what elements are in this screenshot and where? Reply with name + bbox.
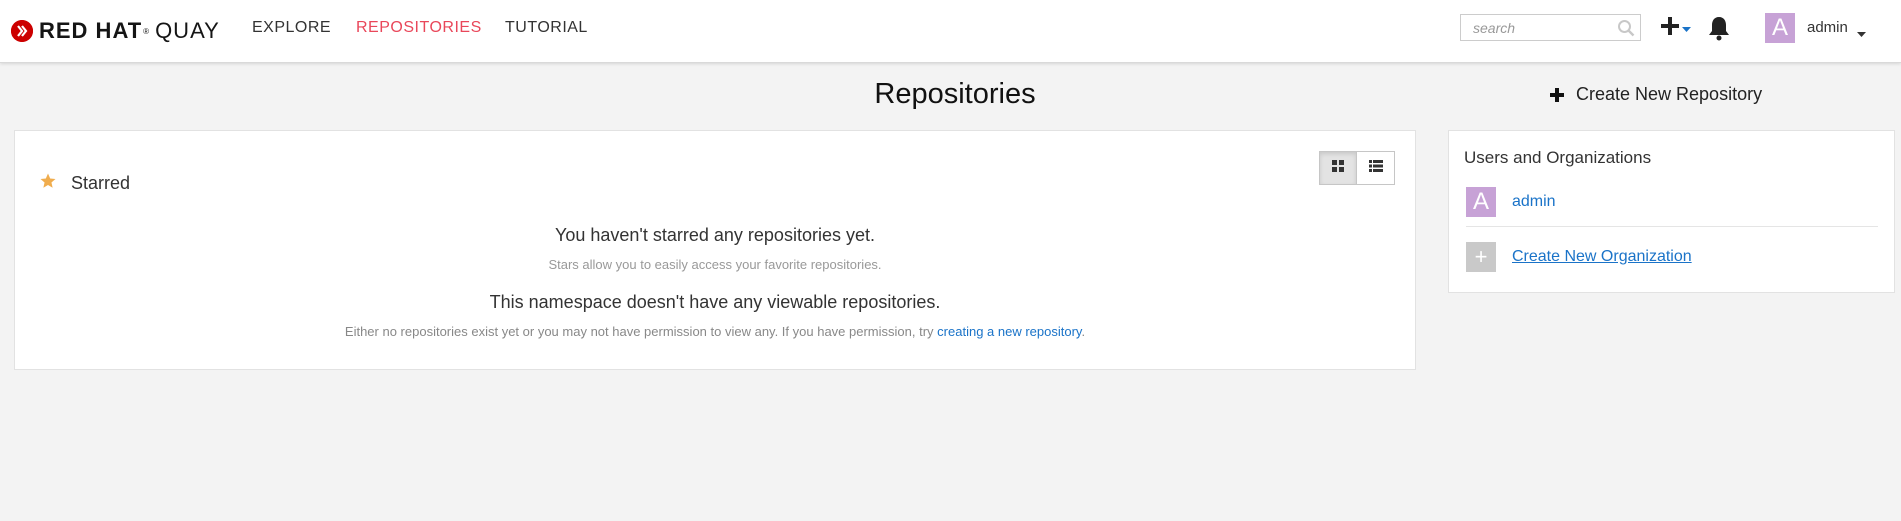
org-list-item: A admin	[1466, 187, 1556, 217]
plus-icon	[1550, 87, 1564, 102]
user-avatar[interactable]: A	[1765, 13, 1795, 43]
brand-registered-mark: ®	[143, 26, 150, 36]
create-new-organization-link[interactable]: Create New Organization	[1512, 248, 1692, 266]
no-repositories-help: Either no repositories exist yet or you …	[14, 324, 1416, 339]
nav-explore[interactable]: EXPLORE	[252, 19, 331, 37]
no-starred-message: You haven't starred any repositories yet…	[555, 225, 875, 245]
search-icon[interactable]	[1617, 19, 1635, 42]
page-title: Repositories	[874, 78, 1036, 110]
users-organizations-title: Users and Organizations	[1464, 148, 1652, 167]
grid-view-button[interactable]	[1319, 151, 1357, 185]
org-link-admin[interactable]: admin	[1512, 193, 1556, 211]
brand-name-light: QUAY	[155, 18, 220, 43]
create-dropdown-button[interactable]	[1660, 16, 1691, 41]
create-new-repository-button[interactable]: Create New Repository	[1550, 84, 1762, 105]
plus-icon: +	[1466, 242, 1496, 272]
search-input[interactable]	[1461, 15, 1623, 40]
starred-header: Starred	[39, 172, 130, 195]
grid-view-icon	[1332, 159, 1344, 177]
no-repositories-message: This namespace doesn't have any viewable…	[489, 292, 941, 312]
divider	[1466, 226, 1878, 227]
top-navbar: RED HAT ® QUAY EXPLORE REPOSITORIES TUTO…	[0, 0, 1901, 63]
starred-label: Starred	[71, 173, 131, 193]
list-view-icon	[1368, 159, 1383, 177]
brand-logo-link[interactable]: RED HAT ® QUAY	[11, 16, 220, 46]
create-new-repository-label: Create New Repository	[1576, 84, 1763, 104]
star-icon	[39, 172, 57, 195]
bell-icon[interactable]	[1707, 15, 1731, 46]
help-period: .	[1081, 324, 1086, 339]
view-toggle	[1319, 151, 1395, 185]
search-box	[1460, 14, 1641, 41]
list-view-button[interactable]	[1357, 151, 1395, 185]
user-menu-name[interactable]: admin	[1807, 19, 1848, 36]
nav-tutorial[interactable]: TUTORIAL	[505, 19, 588, 37]
redhat-logo-icon	[11, 20, 33, 42]
no-repositories-help-text: Either no repositories exist yet or you …	[344, 324, 934, 339]
create-repository-link[interactable]: creating a new repository	[937, 324, 1081, 339]
user-menu-caret-icon[interactable]	[1857, 25, 1866, 43]
avatar: A	[1466, 187, 1496, 217]
brand-name-bold: RED HAT	[39, 18, 143, 43]
chevron-down-icon	[1682, 20, 1691, 38]
stars-help-text: Stars allow you to easily access your fa…	[548, 257, 882, 272]
org-list-item: + Create New Organization	[1466, 242, 1692, 272]
plus-icon	[1660, 16, 1680, 41]
nav-repositories[interactable]: REPOSITORIES	[356, 19, 482, 37]
